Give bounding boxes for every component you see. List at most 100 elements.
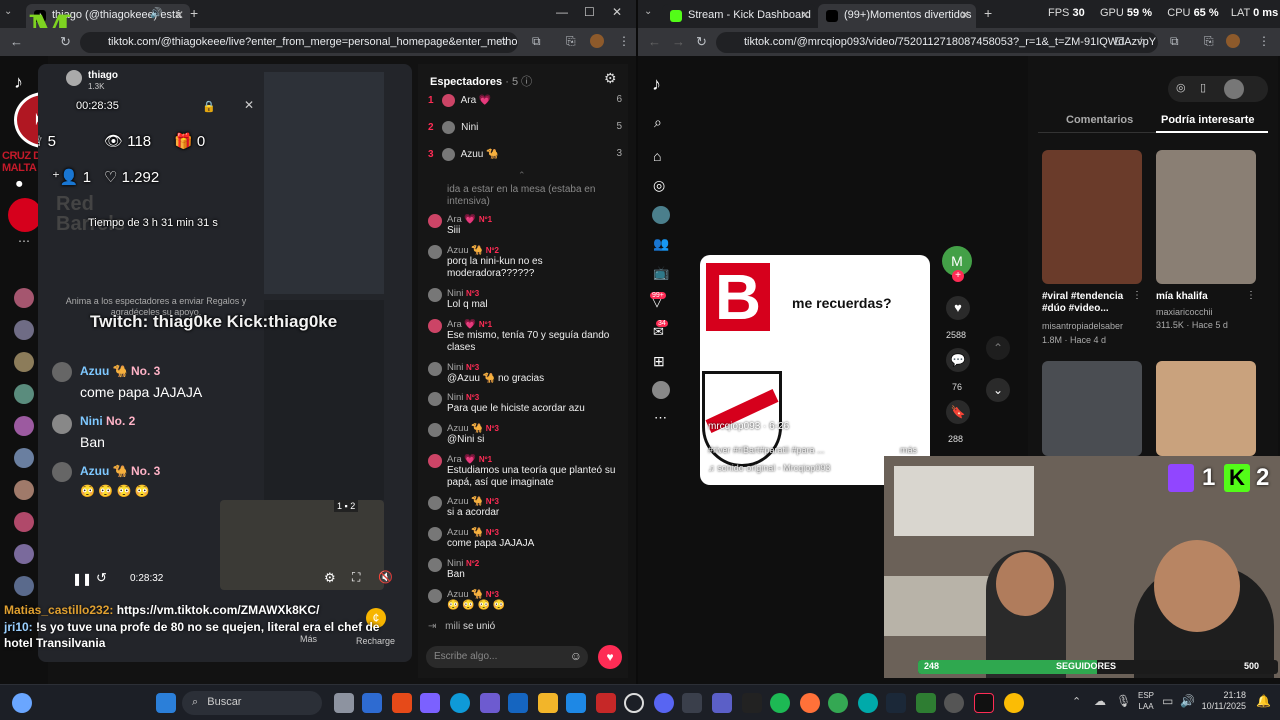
spotify-icon[interactable]: [770, 693, 790, 713]
red-app-icon[interactable]: [596, 693, 616, 713]
cast-icon[interactable]: ⎘: [1204, 34, 1214, 49]
menu-icon[interactable]: ⋮: [618, 34, 630, 48]
video-author[interactable]: mrcqiop093 · 6-26: [708, 421, 789, 432]
live-follower-avatar[interactable]: [14, 480, 34, 500]
join-user[interactable]: mili: [445, 621, 460, 632]
close-icon[interactable]: ✕: [244, 98, 254, 112]
recommended-video-card[interactable]: [1156, 361, 1256, 456]
card-more-icon[interactable]: ⋮: [1246, 290, 1256, 301]
video-hashtags[interactable]: #river #riBart#paratii #para ...: [708, 445, 825, 455]
chat-avatar[interactable]: [428, 558, 442, 572]
chat-user[interactable]: Nini Nº3: [447, 362, 624, 373]
chat-avatar[interactable]: [428, 496, 442, 510]
friends-icon[interactable]: 👥: [653, 236, 669, 252]
close-tab-icon[interactable]: ✕: [174, 8, 184, 22]
streamer-name[interactable]: thiago: [88, 70, 118, 81]
outlook-icon[interactable]: [508, 693, 528, 713]
chat-user[interactable]: Ara 💗 Nº1: [447, 454, 624, 465]
menu-icon[interactable]: ⋮: [1258, 34, 1270, 48]
back-icon[interactable]: ←: [10, 34, 23, 49]
new-tab-button[interactable]: +: [984, 5, 992, 21]
clock[interactable]: 21:18 10/11/2025: [1200, 690, 1246, 712]
network-icon[interactable]: ▭: [1162, 694, 1173, 708]
chat-user[interactable]: Azuu 🐪 Nº3: [447, 496, 624, 507]
chat-avatar[interactable]: [428, 454, 442, 468]
chat-user[interactable]: Azuu 🐪 Nº3: [447, 423, 624, 434]
edge-dev-icon[interactable]: [858, 693, 878, 713]
fullscreen-icon[interactable]: ⛶: [352, 570, 360, 585]
tiktok-logo-icon[interactable]: ♪: [652, 74, 661, 95]
search-icon[interactable]: ⌕: [654, 114, 662, 131]
recommended-video-card[interactable]: [1042, 361, 1142, 456]
live-stream-player[interactable]: thiago 1.3K 🔒 ✕ 00:28:35 ♕ 5 👁 118 🎁 0 ⁺…: [38, 64, 412, 662]
bookmark-star-icon[interactable]: ☆: [498, 34, 509, 48]
copilot-icon[interactable]: [420, 693, 440, 713]
live-follower-avatar[interactable]: [14, 576, 34, 596]
next-video-button[interactable]: ⌄: [986, 378, 1010, 402]
following-avatar[interactable]: [652, 206, 670, 224]
video-sound[interactable]: ♫ sonido original - Mrcqiop093: [708, 463, 830, 473]
chrome-icon[interactable]: [828, 693, 848, 713]
info-icon[interactable]: ⓘ: [521, 76, 532, 88]
close-tab-icon[interactable]: ✕: [960, 8, 970, 22]
url-field[interactable]: tiktok.com/@mrcqiop093/video/75201127180…: [716, 32, 1158, 53]
chrome-window-icon[interactable]: [1004, 693, 1024, 713]
follow-plus-icon[interactable]: +: [952, 270, 964, 282]
collapse-chevron-icon[interactable]: ⌃: [518, 170, 526, 181]
tiktok-logo-icon[interactable]: ♪: [14, 72, 23, 93]
settings-gear-icon[interactable]: ⚙: [604, 70, 617, 87]
mute-icon[interactable]: 🔇: [378, 570, 393, 584]
green-app-icon[interactable]: [916, 693, 936, 713]
cloud-icon[interactable]: ☁: [1094, 694, 1106, 708]
emoji-icon[interactable]: ☺: [570, 649, 582, 663]
recommended-title[interactable]: #viral #tendencia #dúo #video...: [1042, 291, 1134, 315]
replay-icon[interactable]: ↺: [96, 570, 107, 586]
file-explorer-icon[interactable]: [538, 693, 558, 713]
search-box[interactable]: ⌕ Buscar: [182, 691, 322, 715]
tiktok-app-icon[interactable]: [974, 693, 994, 713]
pause-icon[interactable]: ❚❚: [72, 572, 92, 586]
install-app-icon[interactable]: ⊡: [1114, 34, 1124, 48]
live-follower-avatar[interactable]: [14, 512, 34, 532]
tab-list-button[interactable]: ⌄: [644, 6, 652, 17]
extensions-icon[interactable]: ⧉: [532, 34, 541, 49]
compass-icon[interactable]: ◎: [1176, 81, 1186, 94]
cast-icon[interactable]: ⎘: [566, 34, 576, 49]
settings-app-icon[interactable]: [944, 693, 964, 713]
mute-tab-icon[interactable]: 🔊: [150, 8, 162, 19]
store-icon[interactable]: [480, 693, 500, 713]
profile-avatar[interactable]: [1226, 34, 1240, 48]
live-icon[interactable]: 📺: [653, 265, 669, 281]
office-app-icon[interactable]: [392, 693, 412, 713]
chat-user[interactable]: Azuu 🐪 Nº3: [447, 527, 624, 538]
new-tab-button[interactable]: +: [190, 5, 198, 21]
start-windows-icon[interactable]: [156, 693, 176, 713]
top-viewer-row[interactable]: 2 Nini 5: [428, 121, 622, 134]
recommended-title[interactable]: mía khalifa: [1156, 291, 1248, 302]
profile-icon[interactable]: [652, 381, 670, 399]
chat-avatar[interactable]: [428, 319, 442, 333]
chat-input[interactable]: Escribe algo... ☺: [426, 646, 588, 668]
obs-app-icon[interactable]: [566, 693, 586, 713]
chat-avatar[interactable]: [428, 288, 442, 302]
home-icon[interactable]: ⌂: [653, 148, 661, 164]
minimize-icon[interactable]: —: [556, 5, 568, 19]
profile-avatar[interactable]: [590, 34, 604, 48]
live-follower-avatar[interactable]: [14, 384, 34, 404]
user-avatar[interactable]: [1224, 79, 1244, 99]
maximize-icon[interactable]: ☐: [584, 5, 595, 19]
discord-icon[interactable]: [654, 693, 674, 713]
recommended-author[interactable]: maxiaricocchii: [1156, 307, 1213, 317]
recommended-video-card[interactable]: [1156, 150, 1256, 284]
chat-avatar[interactable]: [428, 362, 442, 376]
chat-avatar[interactable]: [428, 392, 442, 406]
more-icon[interactable]: ⋯: [654, 410, 667, 426]
forward-icon[interactable]: →: [672, 34, 685, 49]
steam-icon[interactable]: [886, 693, 906, 713]
chat-avatar[interactable]: [428, 589, 442, 603]
recommended-video-card[interactable]: [1042, 150, 1142, 284]
upload-icon[interactable]: ⊞: [653, 353, 665, 370]
chat-user[interactable]: Ara 💗 Nº1: [447, 319, 624, 330]
tab-tiktok-video[interactable]: (99+)Momentos divertidos ✕: [818, 4, 976, 28]
chat-avatar[interactable]: [428, 245, 442, 259]
